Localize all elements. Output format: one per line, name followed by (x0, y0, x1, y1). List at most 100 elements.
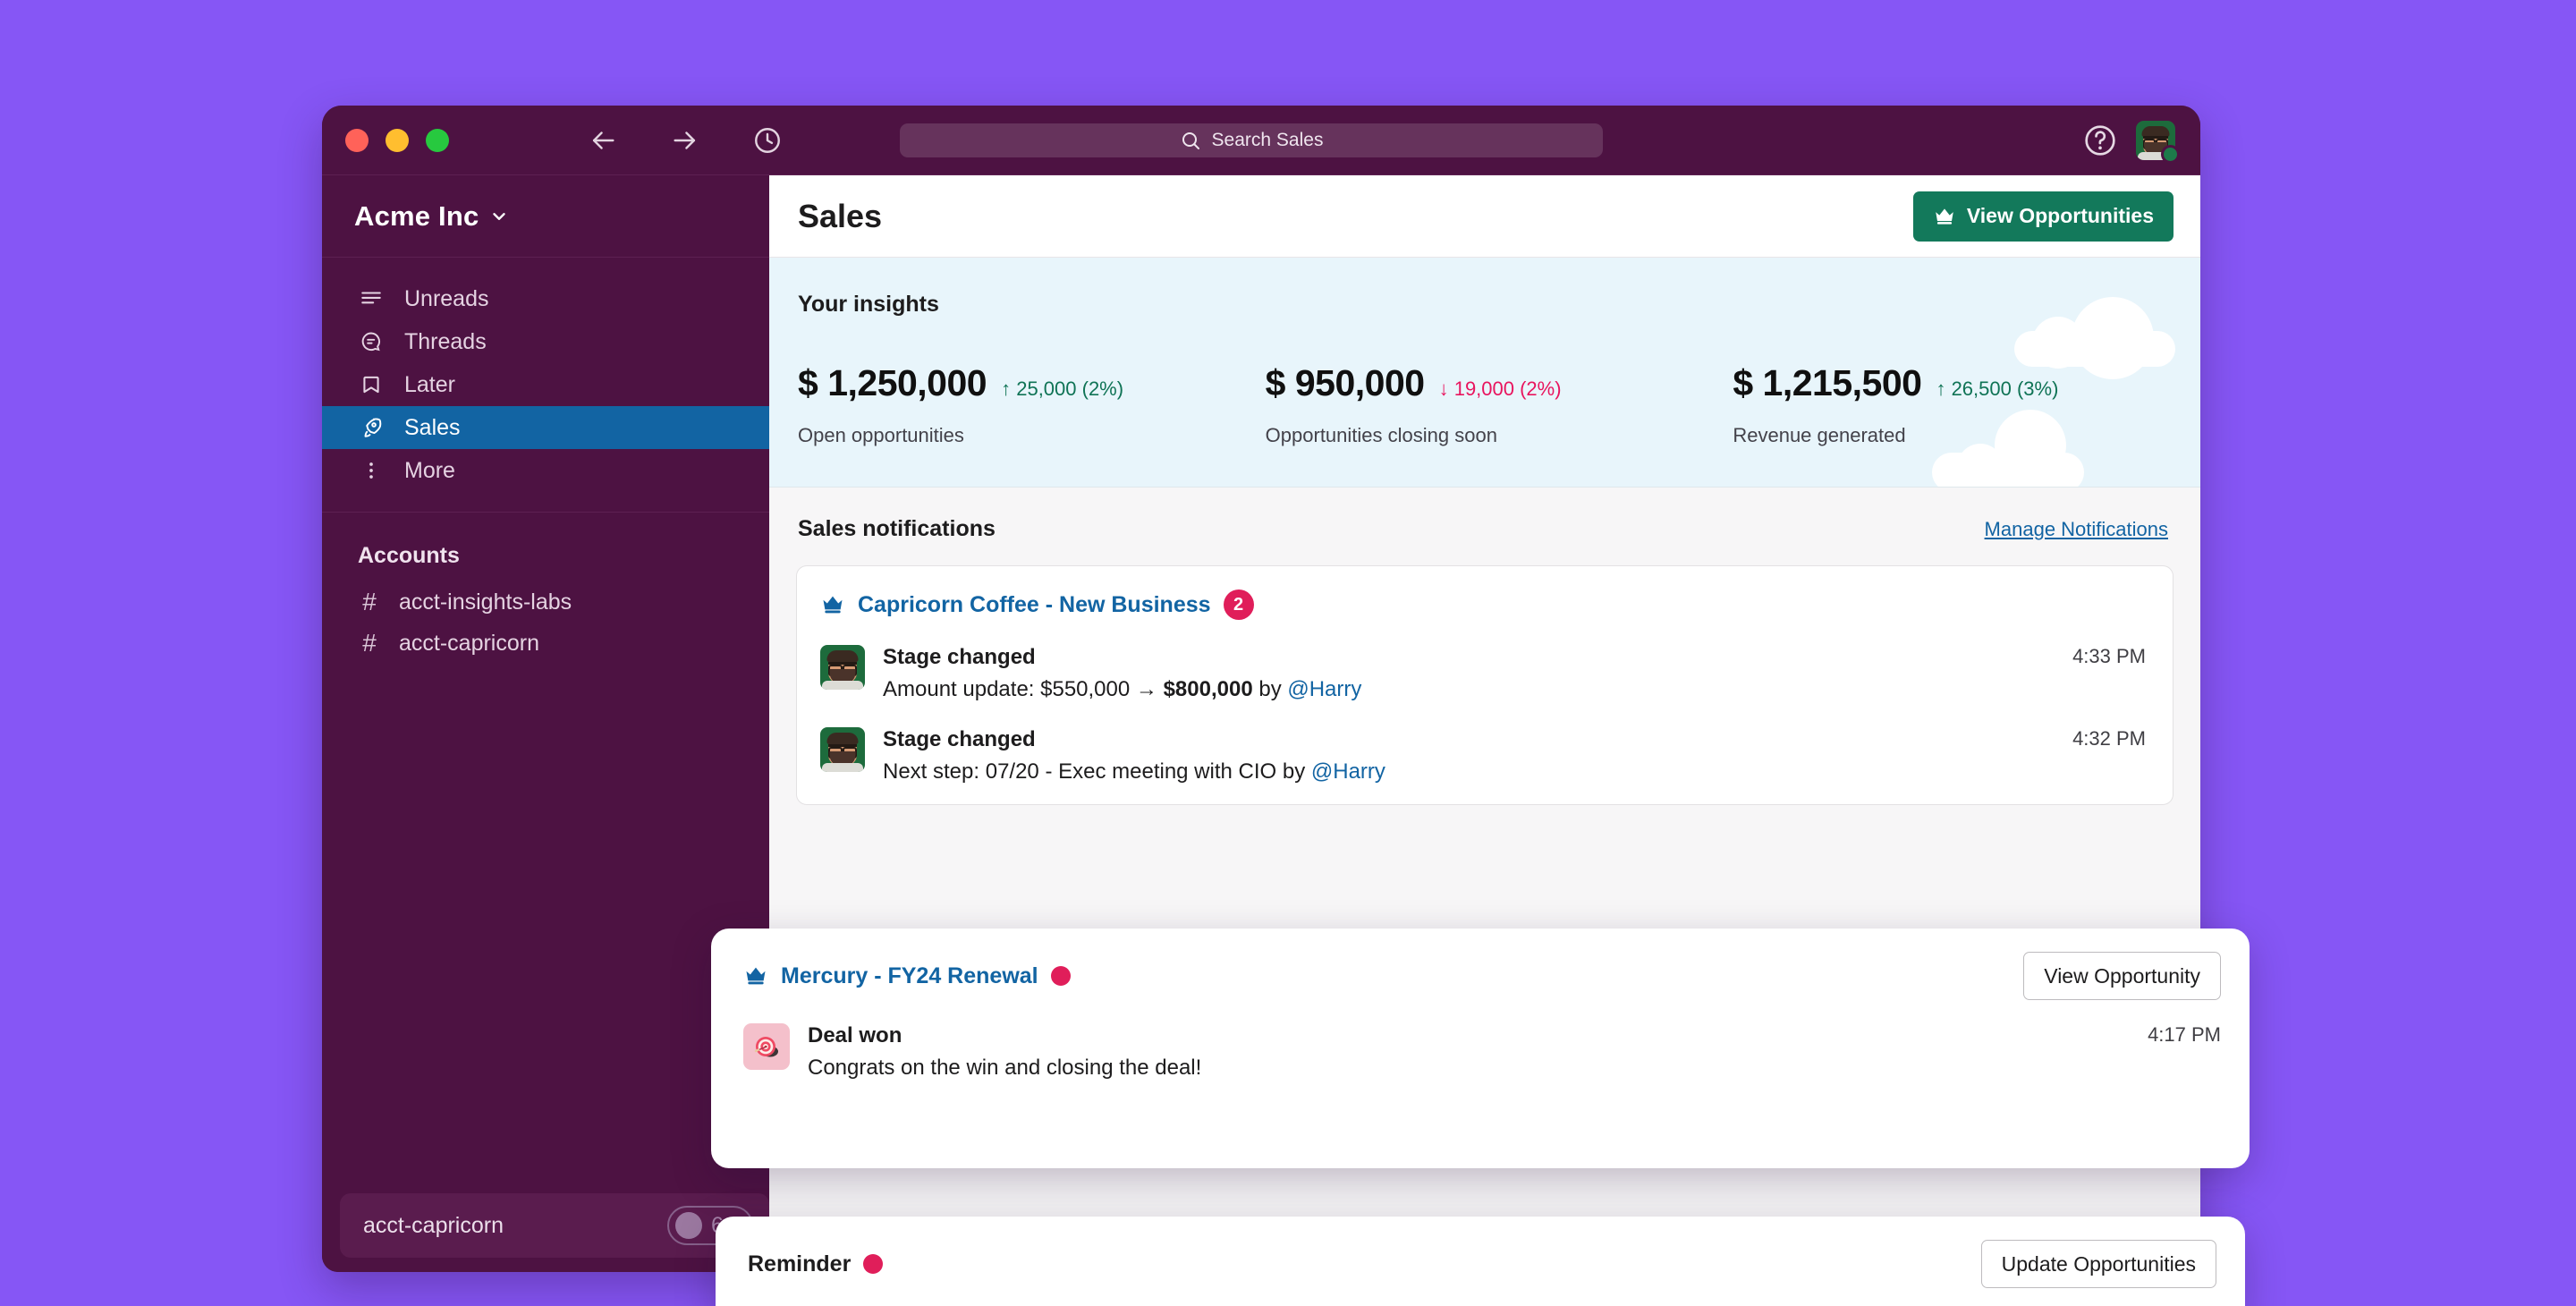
avatar (820, 727, 865, 772)
threads-icon (358, 330, 385, 353)
notifications-header: Sales notifications Manage Notifications (769, 488, 2200, 565)
bookmark-icon (358, 373, 385, 396)
stat-delta: ↑ 26,500 (3%) (1936, 377, 2059, 400)
unread-badge: 2 (1223, 589, 1254, 620)
notification-row: Stage changed 4:32 PM Next step: 07/20 -… (820, 702, 2146, 784)
navigation-controls (585, 123, 785, 158)
floating-card-header: Mercury - FY24 Renewal View Opportunity (743, 952, 2221, 1000)
sidebar-channel-acct-capricorn[interactable]: # acct-capricorn (322, 623, 769, 664)
question-circle-icon[interactable] (2082, 123, 2118, 158)
sidebar-item-label: Unreads (404, 285, 489, 311)
sidebar-nav: Unreads Threads Later Sales More (322, 258, 769, 513)
sidebar-item-threads[interactable]: Threads (322, 320, 769, 363)
notifications-list: Capricorn Coffee - New Business 2 Stage … (769, 565, 2200, 805)
chevron-down-icon (489, 207, 509, 226)
sidebar-item-label: Later (404, 371, 455, 397)
rocket-icon (358, 416, 385, 439)
unreads-icon (358, 287, 385, 310)
stat-delta: ↓ 19,000 (2%) (1438, 377, 1562, 400)
sidebar-item-unreads[interactable]: Unreads (322, 277, 769, 320)
notification-row: Deal won 4:17 PM Congrats on the win and… (743, 1000, 2221, 1081)
crown-icon (820, 592, 845, 617)
stat-delta: ↑ 25,000 (2%) (1001, 377, 1124, 400)
notifications-heading: Sales notifications (798, 516, 996, 541)
minimize-window-button[interactable] (386, 128, 409, 152)
notification-time: 4:33 PM (2072, 645, 2146, 667)
notification-row: Stage changed 4:33 PM Amount update: $55… (820, 620, 2146, 702)
maximize-window-button[interactable] (426, 128, 449, 152)
stat-amount: $ 1,215,500 (1733, 362, 1922, 403)
floating-card-mercury: Mercury - FY24 Renewal View Opportunity … (711, 929, 2250, 1168)
insights-heading: Your insights (798, 292, 939, 317)
close-window-button[interactable] (345, 128, 369, 152)
floating-card-header: Reminder Update Opportunities (748, 1240, 2216, 1288)
sidebar-footer-label: acct-capricorn (363, 1212, 504, 1238)
dart-target-icon (743, 1023, 790, 1070)
avatar[interactable] (2136, 121, 2180, 164)
user-mention[interactable]: @Harry (1311, 759, 1385, 784)
crown-icon (743, 963, 768, 988)
channel-label: acct-capricorn (399, 630, 539, 656)
workspace-name: Acme Inc (354, 199, 479, 232)
notification-time: 4:32 PM (2072, 727, 2146, 750)
opportunity-name[interactable]: Mercury - FY24 Renewal (781, 963, 1038, 989)
avatar (820, 645, 865, 690)
forward-icon[interactable] (667, 123, 703, 158)
sidebar-channel-acct-insights-labs[interactable]: # acct-insights-labs (322, 581, 769, 623)
page-title: Sales (798, 197, 883, 234)
sidebar-item-sales[interactable]: Sales (322, 406, 769, 449)
channel-label: acct-insights-labs (399, 589, 572, 615)
stat-opportunities-closing-soon: $ 950,000 ↓ 19,000 (2%) Opportunities cl… (1266, 362, 1733, 447)
titlebar-right-controls (2082, 121, 2180, 164)
reminder-title: Reminder (748, 1251, 852, 1276)
unread-dot-icon (863, 1254, 884, 1274)
more-vertical-icon (358, 459, 385, 482)
notification-card-capricorn: Capricorn Coffee - New Business 2 Stage … (796, 565, 2174, 805)
notification-time: 4:17 PM (2148, 1023, 2221, 1046)
title-bar: Search Sales (322, 106, 2200, 175)
notification-title: Stage changed (883, 727, 1036, 751)
view-opportunity-button[interactable]: View Opportunity (2023, 952, 2221, 1000)
view-opportunities-label: View Opportunities (1966, 204, 2154, 227)
toggle-knob-icon (675, 1212, 702, 1239)
insights-stats: $ 1,250,000 ↑ 25,000 (2%) Open opportuni… (798, 362, 2200, 447)
notification-card-header[interactable]: Capricorn Coffee - New Business 2 (820, 589, 2146, 620)
stat-caption: Open opportunities (798, 424, 964, 446)
stat-caption: Opportunities closing soon (1265, 424, 1497, 446)
main-header: Sales View Opportunities (769, 175, 2200, 258)
view-opportunities-button[interactable]: View Opportunities (1912, 191, 2174, 242)
sidebar-item-label: More (404, 457, 455, 483)
clock-icon[interactable] (750, 123, 785, 158)
update-opportunities-button[interactable]: Update Opportunities (1980, 1240, 2216, 1288)
search-icon (1180, 130, 1201, 151)
hash-icon: # (362, 588, 377, 615)
stat-caption: Revenue generated (1733, 424, 1906, 446)
sidebar-item-more[interactable]: More (322, 449, 769, 492)
stat-amount: $ 950,000 (1265, 362, 1425, 403)
user-mention[interactable]: @Harry (1287, 677, 1361, 701)
sidebar-item-label: Threads (404, 328, 487, 354)
stat-amount: $ 1,250,000 (798, 362, 987, 403)
crown-icon (1933, 205, 1956, 228)
sidebar-item-label: Sales (404, 414, 461, 440)
hash-icon: # (362, 629, 377, 657)
insights-panel: Your insights $ 1,250,000 ↑ 25,000 (2%) … (769, 258, 2200, 488)
traffic-lights (345, 128, 449, 152)
notification-text: Congrats on the win and closing the deal… (808, 1056, 1202, 1080)
sidebar-footer-bar[interactable]: acct-capricorn 6 (340, 1193, 769, 1258)
presence-indicator (2161, 145, 2180, 164)
notification-title: Deal won (808, 1023, 902, 1047)
notification-text: Next step: 07/20 - Exec meeting with CIO… (883, 759, 1385, 784)
workspace-switcher[interactable]: Acme Inc (322, 175, 769, 258)
back-icon[interactable] (585, 123, 621, 158)
floating-card-reminder: Reminder Update Opportunities (716, 1217, 2245, 1306)
sidebar-section-accounts: Accounts (358, 543, 460, 568)
stat-open-opportunities: $ 1,250,000 ↑ 25,000 (2%) Open opportuni… (798, 362, 1266, 447)
manage-notifications-link[interactable]: Manage Notifications (1985, 518, 2168, 541)
unread-dot-icon (1050, 966, 1071, 986)
opportunity-name[interactable]: Capricorn Coffee - New Business (858, 592, 1211, 618)
search-input[interactable]: Search Sales (900, 123, 1603, 157)
sidebar-item-later[interactable]: Later (322, 363, 769, 406)
notification-text: Amount update: $550,000 → $800,000 by @H… (883, 677, 1362, 701)
search-placeholder: Search Sales (1211, 130, 1324, 150)
